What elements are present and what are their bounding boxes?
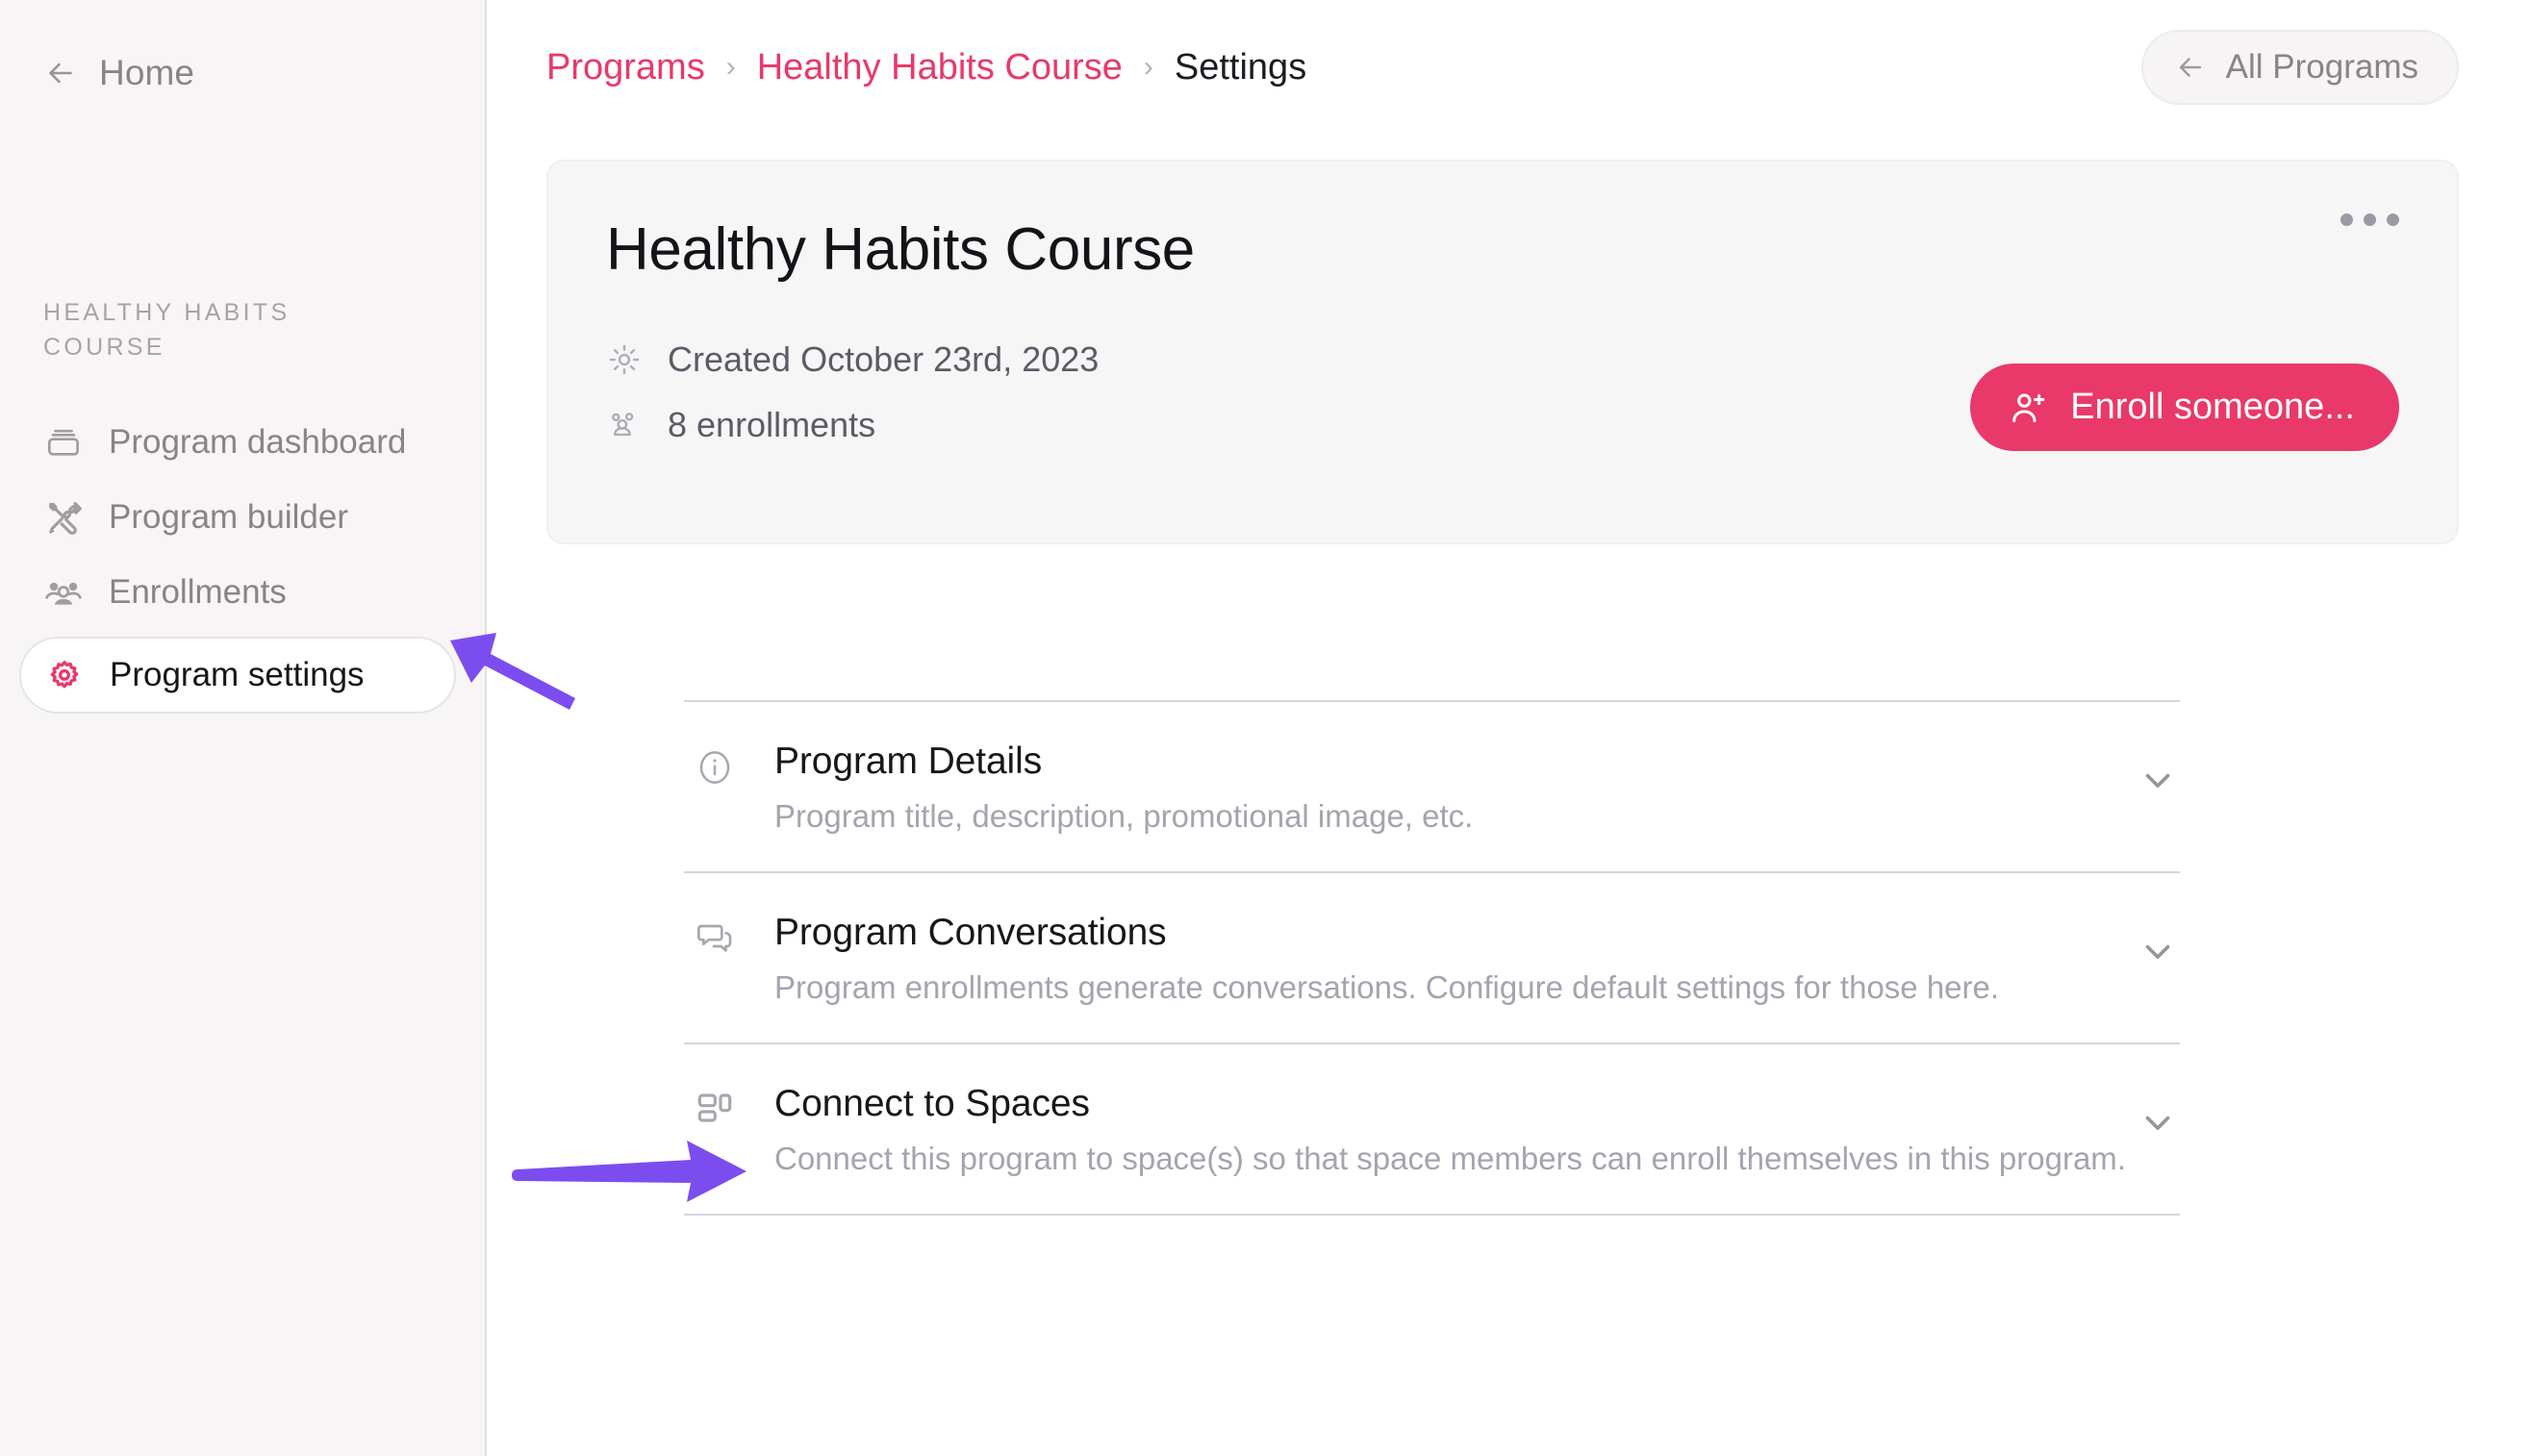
enroll-someone-button[interactable]: Enroll someone...	[1970, 364, 2399, 451]
sidebar-back-home[interactable]: Home	[0, 0, 485, 93]
chevron-down-icon[interactable]	[2136, 929, 2180, 973]
user-plus-icon	[2009, 388, 2049, 428]
chevron-down-icon[interactable]	[2136, 1100, 2180, 1144]
sidebar: Home HEALTHY HABITS COURSE Program dashb…	[0, 0, 487, 1456]
page-title: Healthy Habits Course	[606, 216, 1195, 283]
program-enrollments-meta: 8 enrollments	[606, 405, 1099, 445]
sidebar-item-label: Program dashboard	[109, 422, 407, 461]
sidebar-item-program-builder[interactable]: Program builder	[0, 481, 485, 554]
settings-row-body: Program Details Program title, descripti…	[774, 741, 2136, 835]
people-group-icon	[43, 572, 84, 613]
content-area: Healthy Habits Course Created October 23…	[487, 135, 2530, 1216]
dashboard-icon	[43, 422, 84, 463]
settings-row-description: Program enrollments generate conversatio…	[774, 969, 2000, 1005]
settings-row-program-details[interactable]: Program Details Program title, descripti…	[684, 702, 2180, 871]
ellipsis-dot	[2364, 213, 2376, 226]
conversations-icon	[694, 917, 736, 960]
sidebar-section-title: HEALTHY HABITS COURSE	[43, 299, 291, 362]
breadcrumb-item-programs[interactable]: Programs	[546, 47, 705, 88]
ellipsis-dot	[2340, 213, 2353, 226]
program-created-text: Created October 23rd, 2023	[668, 339, 1100, 379]
sidebar-item-program-settings[interactable]: Program settings	[19, 636, 456, 714]
sidebar-home-label: Home	[99, 53, 195, 92]
breadcrumb-separator: ›	[1143, 51, 1153, 83]
program-enrollments-text: 8 enrollments	[668, 405, 876, 444]
settings-row-program-conversations[interactable]: Program Conversations Program enrollment…	[684, 873, 2180, 1042]
layout-spaces-icon	[694, 1089, 736, 1131]
settings-row-connect-to-spaces[interactable]: Connect to Spaces Connect this program t…	[684, 1044, 2180, 1214]
chevron-down-icon[interactable]	[2136, 758, 2180, 802]
settings-row-body: Connect to Spaces Connect this program t…	[774, 1083, 2136, 1177]
breadcrumb-item-healthy-habits-course[interactable]: Healthy Habits Course	[757, 47, 1123, 88]
main-content: Programs › Healthy Habits Course › Setti…	[487, 0, 2530, 1456]
sun-icon	[606, 341, 643, 378]
all-programs-label: All Programs	[2225, 48, 2418, 86]
program-meta-list: Created October 23rd, 2023 8 enrollments	[606, 339, 1099, 445]
topbar: Programs › Healthy Habits Course › Setti…	[487, 0, 2530, 135]
settings-section-list: Program Details Program title, descripti…	[684, 700, 2180, 1216]
arrow-left-icon	[43, 56, 78, 90]
gear-icon	[44, 655, 85, 695]
ellipsis-icon[interactable]	[2327, 200, 2413, 239]
arrow-left-icon	[2174, 51, 2207, 84]
sidebar-item-label: Program settings	[110, 655, 365, 693]
program-header-card: Healthy Habits Course Created October 23…	[546, 160, 2459, 544]
program-created-meta: Created October 23rd, 2023	[606, 339, 1099, 380]
settings-row-description: Connect this program to space(s) so that…	[774, 1141, 2126, 1176]
settings-row-title: Connect to Spaces	[774, 1083, 1090, 1124]
sidebar-nav: Program dashboard Program builder Enroll…	[0, 406, 485, 714]
list-divider	[684, 1214, 2180, 1216]
settings-row-description: Program title, description, promotional …	[774, 798, 1474, 834]
ellipsis-dot	[2387, 213, 2399, 226]
info-circle-icon	[694, 746, 736, 789]
breadcrumb-item-settings: Settings	[1174, 46, 1307, 88]
all-programs-button[interactable]: All Programs	[2140, 30, 2459, 105]
enroll-someone-label: Enroll someone...	[2070, 387, 2355, 427]
settings-row-body: Program Conversations Program enrollment…	[774, 912, 2136, 1006]
settings-row-title: Program Conversations	[774, 912, 1167, 953]
settings-row-title: Program Details	[774, 741, 1043, 782]
program-meta-row: Created October 23rd, 2023 8 enrollments…	[606, 339, 2399, 451]
tools-icon	[43, 497, 84, 538]
sidebar-item-program-dashboard[interactable]: Program dashboard	[0, 406, 485, 479]
breadcrumb: Programs › Healthy Habits Course › Setti…	[546, 47, 1306, 88]
app-root: Home HEALTHY HABITS COURSE Program dashb…	[0, 0, 2530, 1456]
breadcrumb-separator: ›	[725, 51, 736, 83]
sidebar-item-enrollments[interactable]: Enrollments	[0, 556, 485, 629]
people-icon	[606, 407, 643, 443]
sidebar-item-label: Program builder	[109, 497, 348, 536]
sidebar-item-label: Enrollments	[109, 572, 287, 611]
